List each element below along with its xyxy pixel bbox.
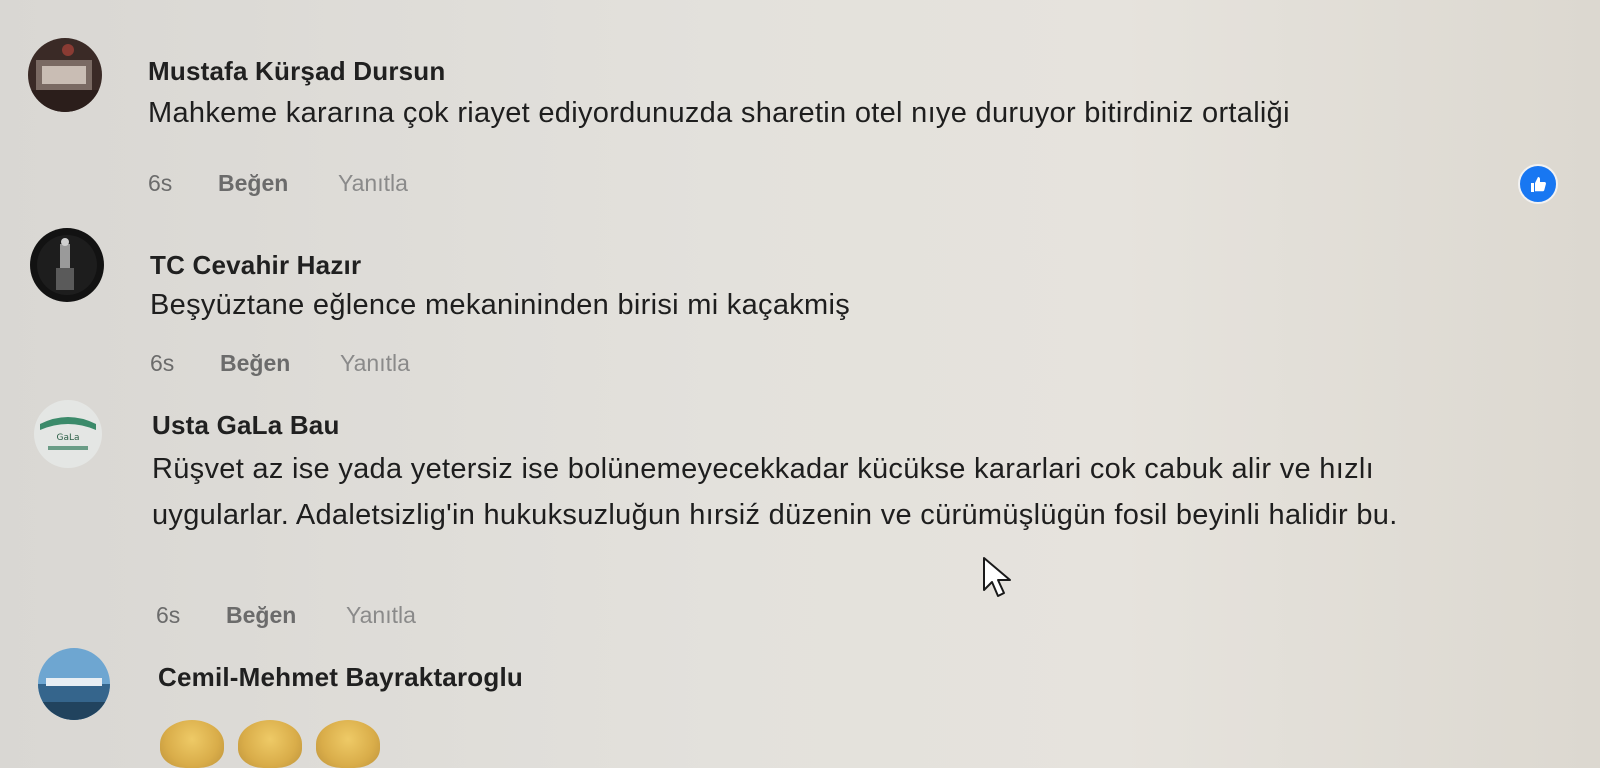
comment-timestamp[interactable]: 6s [150,350,220,377]
reply-button[interactable]: Yanıtla [340,350,410,377]
comment-author[interactable]: Mustafa Kürşad Dursun [148,56,445,87]
avatar[interactable] [28,38,102,112]
comment-reaction-emojis [160,720,380,768]
clapping-hands-icon [238,720,302,768]
like-button[interactable]: Beğen [226,602,346,629]
thumbs-up-icon [316,720,380,768]
avatar[interactable]: GaLa [34,400,102,468]
clapping-hands-icon [160,720,224,768]
comment-actions: 6s Beğen Yanıtla [156,602,416,629]
comment-text: Mahkeme kararına çok riayet ediyordunuzd… [148,97,1290,129]
comment-timestamp[interactable]: 6s [148,170,218,197]
reply-button[interactable]: Yanıtla [338,170,408,197]
like-button[interactable]: Beğen [218,170,338,197]
mouse-cursor-icon [982,556,1016,605]
avatar[interactable] [30,228,104,302]
comment-timestamp[interactable]: 6s [156,602,226,629]
comment-actions: 6s Beğen Yanıtla [150,350,410,377]
avatar[interactable] [38,648,110,720]
svg-text:GaLa: GaLa [56,433,79,443]
reply-button[interactable]: Yanıtla [346,602,416,629]
comment-author[interactable]: Usta GaLa Bau [152,410,340,441]
comment-thread: Mustafa Kürşad Dursun Mahkeme kararına ç… [0,0,1600,768]
comment-author[interactable]: Cemil-Mehmet Bayraktaroglu [158,662,523,693]
comment-author[interactable]: TC Cevahir Hazır [150,250,361,281]
comment-actions: 6s Beğen Yanıtla [148,170,408,197]
like-button[interactable]: Beğen [220,350,340,377]
like-reaction-icon[interactable] [1518,164,1558,204]
comment-text: Beşyüztane eğlence mekanininden birisi m… [150,289,851,321]
comment-text: Rüşvet az ise yada yetersiz ise bolüneme… [152,453,1398,531]
